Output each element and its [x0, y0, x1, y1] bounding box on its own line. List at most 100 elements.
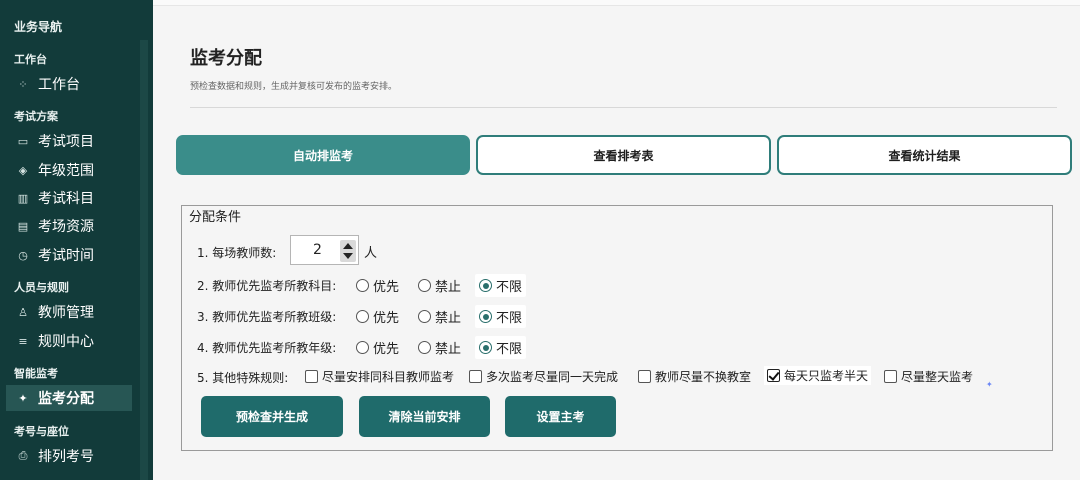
sidebar-item-label: 年级范围: [38, 163, 94, 179]
sidebar-item-label: 考试项目: [38, 134, 94, 150]
radio-label: 不限: [496, 280, 523, 295]
checkbox-icon: [638, 370, 651, 383]
sidebar-item-exam-project[interactable]: ▭ 考试项目: [6, 128, 132, 154]
subject-preference-radio-forbid[interactable]: 禁止: [418, 276, 461, 295]
page-subtitle: 预检查数据和规则，生成并复核可发布的监考安排。: [190, 82, 398, 92]
radio-icon: [356, 279, 369, 292]
decrement-icon[interactable]: [343, 253, 353, 259]
sidebar-item-rules[interactable]: ≡ 规则中心: [6, 328, 132, 354]
increment-icon[interactable]: [343, 243, 353, 249]
sidebar: 业务导航 工作台 ⁘ 工作台 考试方案 ▭ 考试项目 ◈ 年级范围 ▥ 考试科目…: [0, 0, 153, 480]
sidebar-item-label: 考试科目: [38, 191, 94, 207]
sidebar-item-label: 规则中心: [38, 334, 94, 350]
sidebar-group-heading: 工作台: [14, 53, 47, 66]
sparkle-icon: ✦: [986, 380, 993, 389]
class-preference-label: 3. 教师优先监考所教班级:: [197, 310, 337, 324]
sidebar-item-exam-time[interactable]: ◷ 考试时间: [6, 242, 132, 268]
subject-preference-radio-unlimited[interactable]: 不限: [475, 274, 527, 297]
checkbox-label: 每天只监考半天: [784, 369, 869, 383]
tab-view-schedule[interactable]: 查看排考表: [476, 135, 771, 175]
teachers-per-room-stepper[interactable]: 2: [290, 235, 359, 265]
class-preference-radio-forbid[interactable]: 禁止: [418, 307, 461, 326]
radio-icon: [418, 310, 431, 323]
sidebar-item-exam-rooms[interactable]: ▤ 考场资源: [6, 213, 132, 239]
tab-view-statistics[interactable]: 查看统计结果: [777, 135, 1072, 175]
sidebar-item-exam-subjects[interactable]: ▥ 考试科目: [6, 185, 132, 211]
checkbox-label: 尽量安排同科目教师监考: [322, 370, 455, 384]
clock-icon: ◷: [18, 248, 28, 262]
sparkle-icon: ✦: [18, 391, 28, 405]
conditions-legend: 分配条件: [187, 206, 244, 225]
checkbox-icon: [884, 370, 897, 383]
radio-icon: [356, 310, 369, 323]
set-chief-examiner-button[interactable]: 设置主考: [505, 396, 616, 437]
radio-label: 禁止: [435, 342, 462, 357]
sliders-icon: ≡: [18, 334, 28, 348]
checkbox-icon: [767, 369, 780, 382]
sidebar-group-heading: 考号与座位: [14, 425, 69, 438]
page-title: 监考分配: [190, 48, 262, 69]
class-preference-radio-unlimited[interactable]: 不限: [475, 305, 527, 328]
radio-label: 优先: [373, 280, 400, 295]
radio-icon: [479, 279, 492, 292]
teachers-per-room-unit: 人: [364, 246, 378, 261]
sidebar-item-exam-numbers[interactable]: ⎙ 排列考号: [6, 443, 132, 469]
sidebar-item-label: 考场资源: [38, 219, 94, 235]
book-icon: ▥: [17, 191, 29, 205]
radio-icon: [479, 310, 492, 323]
sidebar-item-workbench[interactable]: ⁘ 工作台: [6, 71, 132, 97]
grid-icon: ⁘: [18, 77, 28, 91]
radio-label: 不限: [496, 311, 523, 326]
printer-icon: ⎙: [18, 449, 28, 462]
sidebar-item-invigilation-assign[interactable]: ✦ 监考分配: [6, 385, 132, 411]
building-icon: ▤: [17, 219, 29, 233]
stepper-value: 2: [313, 242, 322, 258]
radio-label: 优先: [373, 342, 400, 357]
rule-same-day-checkbox[interactable]: 多次监考尽量同一天完成: [469, 368, 618, 385]
sidebar-item-label: 考试时间: [38, 248, 94, 264]
sidebar-group-heading: 智能监考: [14, 367, 58, 380]
grade-preference-radio-forbid[interactable]: 禁止: [418, 338, 461, 357]
class-preference-radio-prefer[interactable]: 优先: [356, 307, 399, 326]
top-bar: [153, 0, 1080, 6]
sidebar-item-label: 监考分配: [38, 391, 94, 407]
radio-icon: [356, 341, 369, 354]
checkbox-label: 教师尽量不换教室: [655, 370, 752, 384]
radio-label: 优先: [373, 311, 400, 326]
divider: [190, 107, 1057, 108]
sidebar-item-label: 教师管理: [38, 305, 94, 321]
main-panel: 监考分配 预检查数据和规则，生成并复核可发布的监考安排。 自动排监考 查看排考表…: [153, 0, 1080, 480]
rule-same-subject-checkbox[interactable]: 尽量安排同科目教师监考: [305, 368, 454, 385]
calendar-icon: ▭: [17, 134, 29, 148]
rule-full-day-checkbox[interactable]: 尽量整天监考: [884, 368, 973, 385]
checkbox-icon: [469, 370, 482, 383]
checkbox-label: 多次监考尽量同一天完成: [486, 370, 619, 384]
rule-same-room-checkbox[interactable]: 教师尽量不换教室: [638, 368, 751, 385]
sidebar-scrollbar[interactable]: [140, 40, 148, 480]
radio-label: 不限: [496, 342, 523, 357]
special-rules-label: 5. 其他特殊规则:: [197, 371, 289, 385]
grade-preference-radio-prefer[interactable]: 优先: [356, 338, 399, 357]
sidebar-item-grade-range[interactable]: ◈ 年级范围: [6, 157, 132, 183]
subject-preference-label: 2. 教师优先监考所教科目:: [197, 279, 337, 293]
sidebar-item-label: 工作台: [38, 77, 80, 93]
clear-arrangement-button[interactable]: 清除当前安排: [359, 396, 490, 437]
sidebar-group-heading: 人员与规则: [14, 281, 69, 294]
grade-preference-radio-unlimited[interactable]: 不限: [475, 336, 527, 359]
sidebar-title: 业务导航: [14, 20, 63, 34]
checkbox-label: 尽量整天监考: [901, 370, 974, 384]
subject-preference-radio-prefer[interactable]: 优先: [356, 276, 399, 295]
radio-label: 禁止: [435, 280, 462, 295]
radio-icon: [418, 279, 431, 292]
radio-icon: [418, 341, 431, 354]
checkbox-icon: [305, 370, 318, 383]
sidebar-item-teachers[interactable]: ♙ 教师管理: [6, 299, 132, 325]
stepper-buttons[interactable]: [340, 240, 356, 262]
person-icon: ♙: [18, 305, 28, 319]
tab-auto-assign[interactable]: 自动排监考: [176, 135, 470, 175]
sidebar-item-label: 排列考号: [38, 449, 94, 465]
rule-half-day-checkbox[interactable]: 每天只监考半天: [764, 366, 872, 385]
radio-label: 禁止: [435, 311, 462, 326]
precheck-generate-button[interactable]: 预检查并生成: [201, 396, 343, 437]
layers-icon: ◈: [18, 163, 28, 177]
